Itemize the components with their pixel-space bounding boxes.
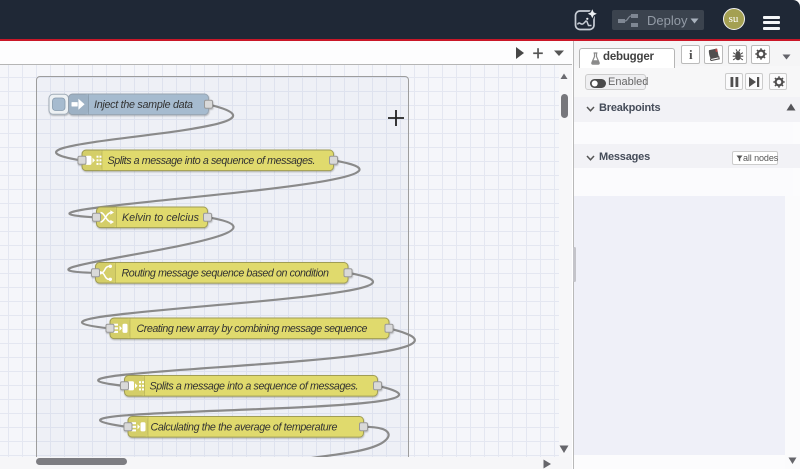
svg-text:Calculating the the average of: Calculating the the average of temperatu… [151,422,338,434]
svg-text:Kelvin to celcius: Kelvin to celcius [122,212,200,224]
svg-text:Routing message sequence based: Routing message sequence based on condit… [122,268,330,280]
svg-text:Splits a message into a sequen: Splits a message into a sequence of mess… [108,155,316,167]
svg-text:Creating new array by combinin: Creating new array by combining message … [137,323,368,335]
svg-text:Splits a message into a sequen: Splits a message into a sequence of mess… [150,381,359,393]
svg-text:Inject the sample data: Inject the sample data [94,99,193,111]
